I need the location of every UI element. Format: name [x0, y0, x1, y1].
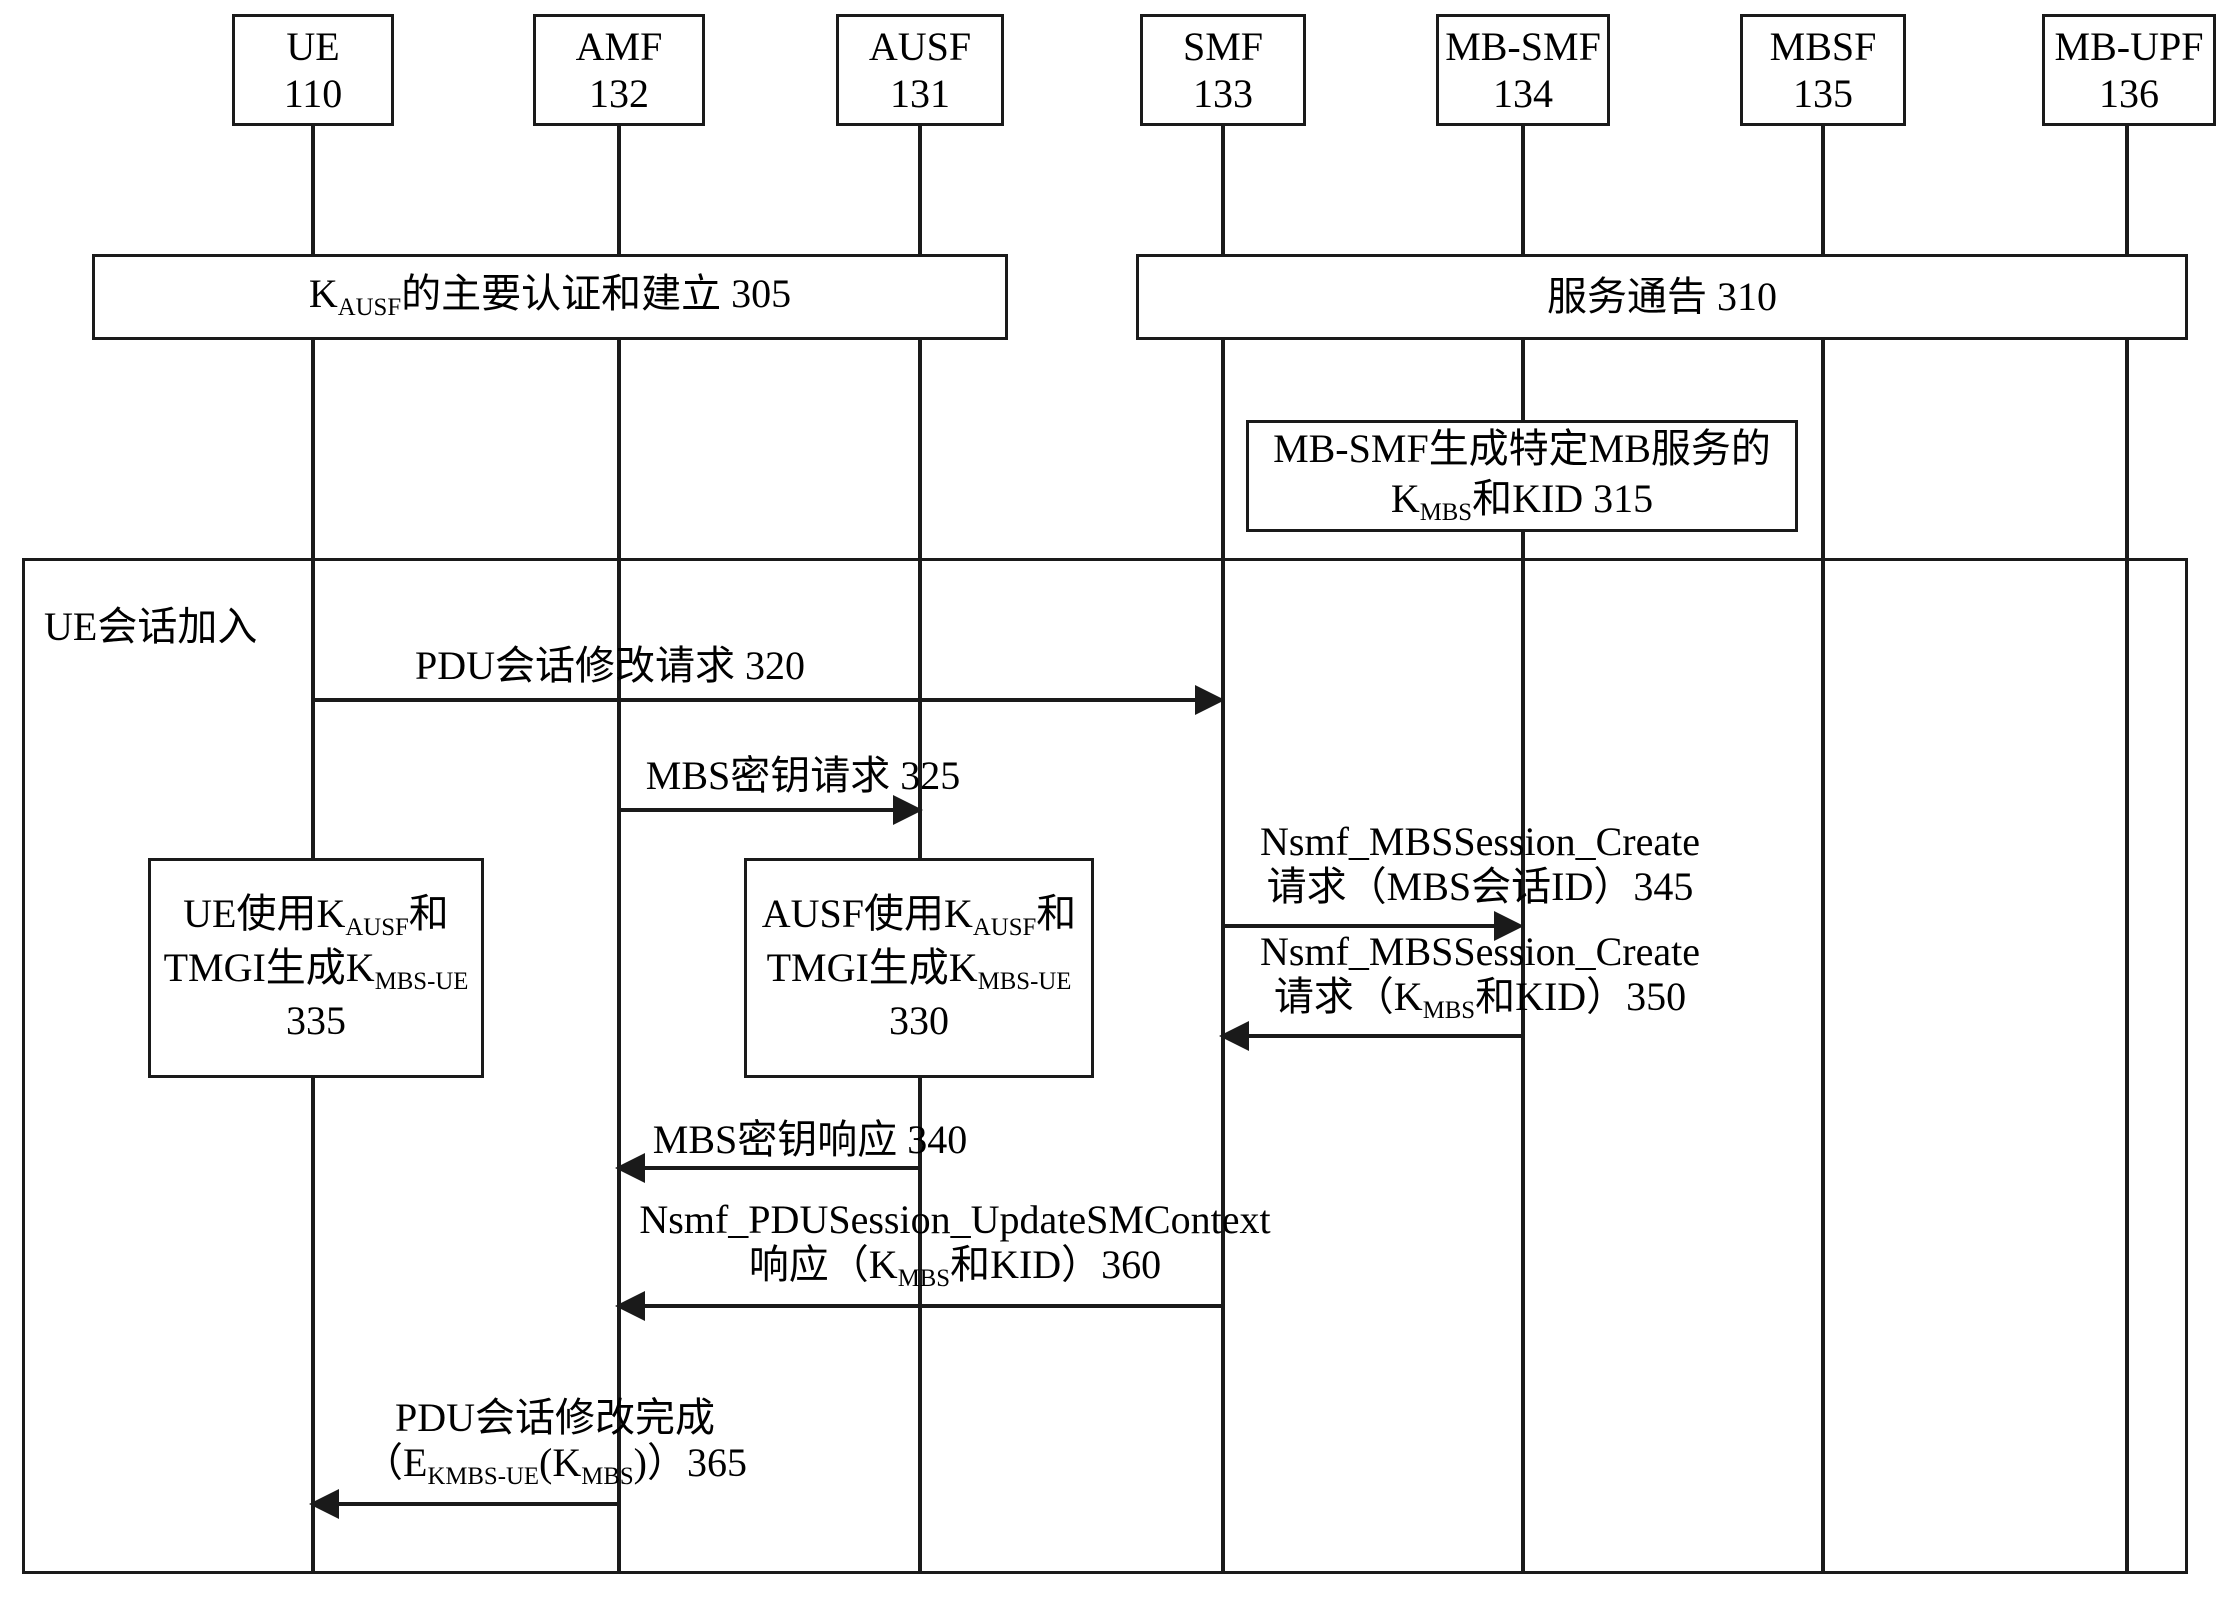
message-label-350: Nsmf_MBSSession_Create 请求（KMBS和KID）350 — [1260, 929, 1700, 1024]
ue-session-join-label: UE会话加入 — [44, 604, 258, 649]
actor-name-mbsf: MBSF — [1769, 23, 1877, 69]
actor-number-smf: 133 — [1193, 71, 1253, 116]
span-box-335: UE使用KAUSF和 TMGI生成KMBS-UE 335 — [148, 858, 484, 1078]
message-arrowhead-350 — [1219, 1021, 1249, 1051]
actor-number-ue: 110 — [283, 71, 343, 116]
span-box-315: MB-SMF生成特定MB服务的 KMBS和KID 315 — [1246, 420, 1798, 532]
actor-number-ausf: 131 — [890, 71, 950, 116]
actor-number-mb-upf: 136 — [2099, 71, 2159, 116]
span-box-330-label: AUSF使用KAUSF和 TMGI生成KMBS-UE 330 — [761, 891, 1077, 1043]
span-box-315-label: MB-SMF生成特定MB服务的 KMBS和KID 315 — [1273, 425, 1771, 526]
span-box-305-label: KAUSF的主要认证和建立 305 — [308, 271, 792, 322]
message-label-325: MBS密钥请求 325 — [645, 753, 961, 798]
actor-name-ue: UE — [286, 23, 340, 69]
message-arrowhead-325 — [893, 795, 923, 825]
span-box-305: KAUSF的主要认证和建立 305 — [92, 254, 1008, 340]
actor-name-amf: AMF — [575, 23, 663, 69]
message-label-320: PDU会话修改请求 320 — [414, 643, 806, 688]
actor-box-mb-smf: MB-SMF 134 — [1436, 14, 1610, 126]
message-line-320 — [313, 698, 1209, 702]
actor-name-smf: SMF — [1182, 23, 1264, 69]
span-box-310: 服务通告 310 — [1136, 254, 2188, 340]
message-label-360: Nsmf_PDUSession_UpdateSMContext 响应（KMBS和K… — [639, 1197, 1271, 1292]
message-line-360 — [636, 1304, 1223, 1308]
actor-name-mb-upf: MB-UPF — [2054, 23, 2204, 69]
message-arrowhead-320 — [1195, 685, 1225, 715]
message-arrowhead-340 — [615, 1153, 645, 1183]
message-arrowhead-360 — [615, 1291, 645, 1321]
actor-name-ausf: AUSF — [868, 23, 972, 69]
message-line-365 — [330, 1502, 620, 1506]
actor-box-mbsf: MBSF 135 — [1740, 14, 1906, 126]
actor-number-amf: 132 — [589, 71, 649, 116]
actor-box-amf: AMF 132 — [533, 14, 705, 126]
actor-box-mb-upf: MB-UPF 136 — [2042, 14, 2216, 126]
message-label-365: PDU会话修改完成 （EKMBS-UE(KMBS)）365 — [363, 1395, 747, 1490]
message-label-340: MBS密钥响应 340 — [652, 1117, 968, 1162]
message-line-340 — [636, 1166, 920, 1170]
span-box-310-label: 服务通告 310 — [1547, 273, 1777, 319]
actor-box-ue: UE 110 — [232, 14, 394, 126]
message-arrowhead-365 — [309, 1489, 339, 1519]
actor-box-smf: SMF 133 — [1140, 14, 1306, 126]
actor-number-mb-smf: 134 — [1493, 71, 1553, 116]
message-line-350 — [1240, 1034, 1523, 1038]
actor-number-mbsf: 135 — [1793, 71, 1853, 116]
span-box-330: AUSF使用KAUSF和 TMGI生成KMBS-UE 330 — [744, 858, 1094, 1078]
actor-box-ausf: AUSF 131 — [836, 14, 1004, 126]
message-label-345: Nsmf_MBSSession_Create 请求（MBS会话ID）345 — [1260, 819, 1700, 909]
message-line-345 — [1223, 924, 1509, 928]
span-box-335-label: UE使用KAUSF和 TMGI生成KMBS-UE 335 — [163, 891, 469, 1043]
actor-name-mb-smf: MB-SMF — [1445, 23, 1601, 69]
sequence-diagram: UE 110 AMF 132 AUSF 131 SMF 133 MB-SMF 1… — [0, 0, 2216, 1614]
message-line-325 — [619, 808, 909, 812]
